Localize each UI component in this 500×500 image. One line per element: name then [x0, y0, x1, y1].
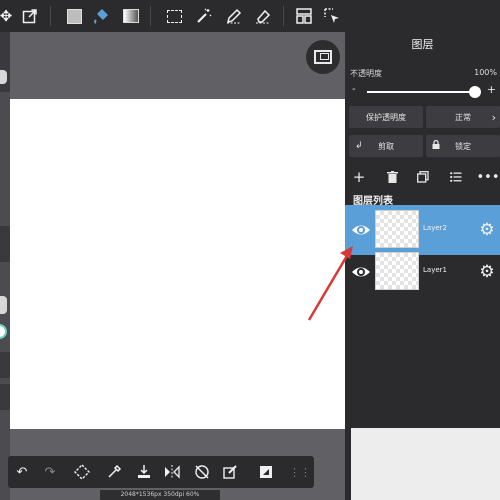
canvas-status-text: 2048*1536px 350dpi 60% — [100, 490, 220, 500]
blend-mode-select[interactable]: 正常 › — [426, 106, 500, 128]
protect-alpha-label: 保护透明度 — [366, 112, 406, 122]
blend-mode-value: 正常 — [455, 112, 471, 122]
layer-name: Layer1 — [423, 266, 447, 274]
more-grid-icon[interactable]: ⋮⋮ — [288, 460, 312, 484]
lock-label: 锁定 — [455, 141, 471, 151]
flip-icon[interactable] — [160, 460, 184, 484]
selection-rect-icon[interactable] — [162, 4, 186, 28]
drawing-canvas[interactable] — [10, 99, 345, 429]
color-circle-icon[interactable] — [0, 324, 7, 339]
move-icon[interactable]: ✥ — [0, 4, 18, 28]
more-options-icon[interactable]: ••• — [477, 168, 500, 186]
add-layer-icon[interactable]: + — [350, 168, 368, 186]
layer-list-icon[interactable] — [447, 168, 465, 186]
panel-title: 图层 — [411, 38, 434, 51]
transform-canvas-icon[interactable] — [70, 460, 94, 484]
eye-icon[interactable] — [351, 220, 371, 240]
opacity-slider-fill — [367, 91, 475, 93]
gear-icon[interactable]: ⚙ — [477, 220, 497, 240]
transform-icon[interactable] — [18, 4, 42, 28]
opacity-value: 100% — [474, 68, 497, 77]
clip-button[interactable]: ↲ 剪取 — [349, 135, 423, 157]
fill-color-icon[interactable] — [62, 4, 86, 28]
reference-window-icon[interactable] — [254, 460, 278, 484]
lock-button[interactable]: 锁定 — [426, 135, 500, 157]
protect-alpha-button[interactable]: 保护透明度 — [349, 106, 423, 128]
layer-preview-area — [351, 428, 500, 500]
layer-row[interactable]: Layer1 ⚙ — [345, 247, 500, 297]
opacity-minus-button[interactable]: - — [352, 84, 356, 95]
bottom-toolbar: ↶ ↷ ⋮⋮ — [8, 456, 314, 488]
layer-thumbnail — [375, 252, 419, 290]
select-layer-icon[interactable] — [320, 4, 344, 28]
opacity-slider-knob[interactable] — [469, 86, 481, 98]
brush-size-slider[interactable] — [0, 70, 7, 84]
redo-icon[interactable]: ↷ — [38, 460, 62, 484]
import-icon[interactable] — [132, 460, 156, 484]
selection-pen-icon[interactable] — [222, 4, 246, 28]
duplicate-layer-icon[interactable] — [414, 168, 432, 186]
clip-label: 剪取 — [378, 141, 394, 151]
left-sidebar — [0, 32, 10, 500]
layer-name: Layer2 — [423, 224, 447, 232]
selection-eraser-icon[interactable] — [251, 4, 275, 28]
lock-icon — [432, 139, 440, 152]
gradient-icon[interactable] — [119, 4, 143, 28]
magic-wand-icon[interactable] — [192, 4, 216, 28]
top-toolbar: ✥ T — [0, 0, 367, 32]
eyedropper-icon[interactable] — [102, 460, 126, 484]
clip-icon: ↲ — [355, 141, 363, 151]
rotate-disabled-icon[interactable] — [190, 460, 214, 484]
undo-icon[interactable]: ↶ — [10, 460, 34, 484]
layer-panel: 图层 不透明度 100% - + 保护透明度 正常 › ↲ 剪取 锁定 + ••… — [345, 0, 500, 500]
edit-icon[interactable] — [218, 460, 242, 484]
bucket-icon[interactable] — [90, 4, 114, 28]
navigator-icon[interactable] — [306, 40, 340, 74]
eye-icon[interactable] — [351, 262, 371, 282]
gear-icon[interactable]: ⚙ — [477, 262, 497, 282]
layer-tools: + ••• — [345, 166, 500, 188]
layout-icon[interactable] — [292, 4, 316, 28]
opacity-plus-button[interactable]: + — [487, 83, 496, 96]
opacity-slider[interactable] — [367, 86, 481, 98]
opacity-label: 不透明度 — [350, 69, 382, 78]
trash-icon[interactable] — [383, 168, 401, 186]
brush-opacity-slider[interactable] — [0, 296, 7, 314]
layer-thumbnail — [375, 210, 419, 248]
chevron-right-icon: › — [491, 110, 496, 124]
